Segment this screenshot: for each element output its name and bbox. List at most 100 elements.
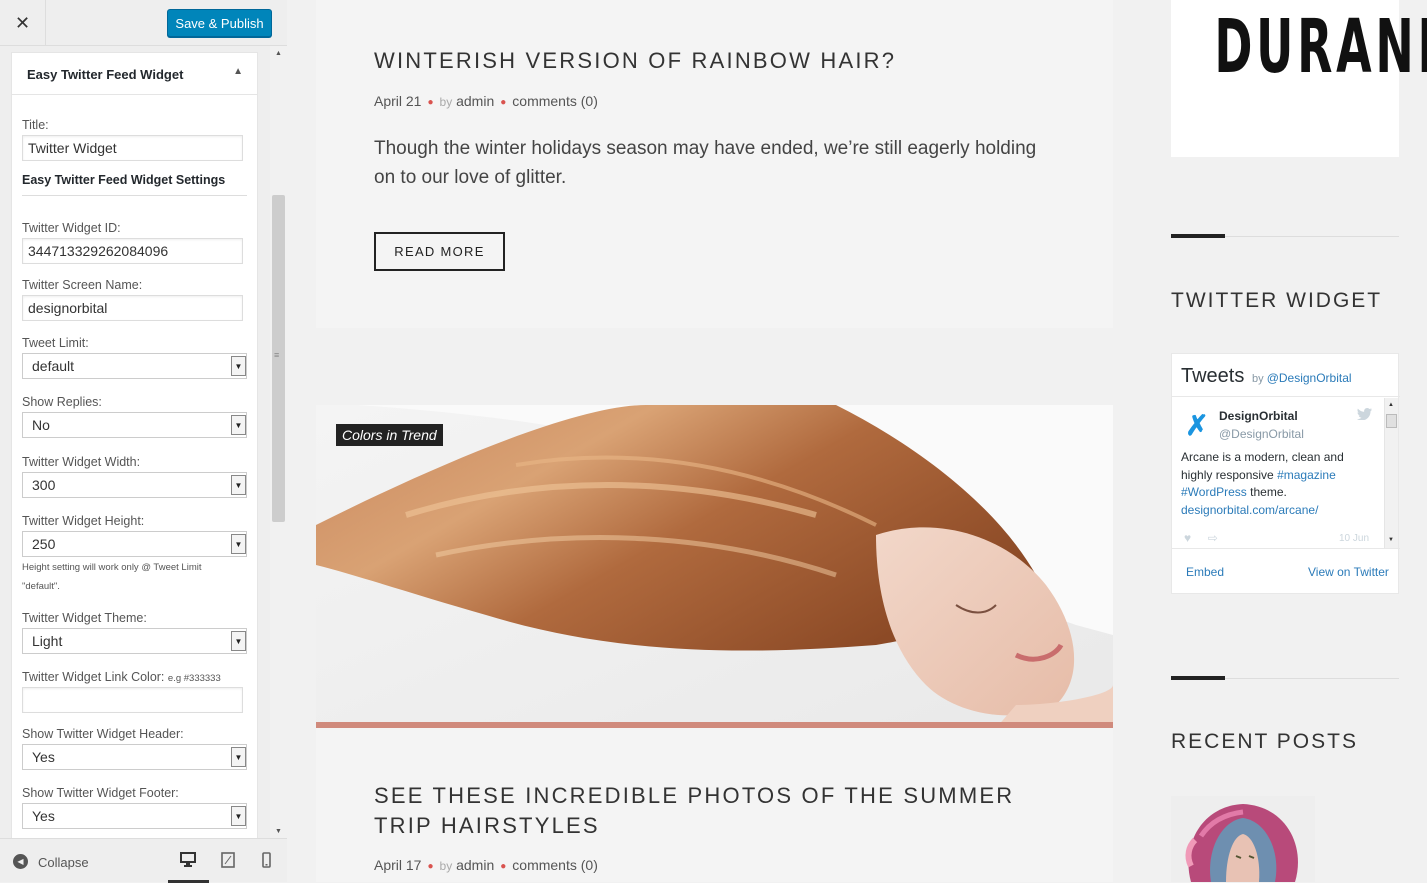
post-comments[interactable]: comments (0) xyxy=(512,93,598,109)
logo-widget: DURAND xyxy=(1171,0,1427,157)
post-title[interactable]: SEE THESE INCREDIBLE PHOTOS OF THE SUMME… xyxy=(374,781,1074,841)
scroll-down-icon[interactable]: ▼ xyxy=(270,824,287,838)
divider-accent xyxy=(1171,234,1225,238)
screen-name-label: Twitter Screen Name: xyxy=(22,278,143,292)
dropdown-arrow-icon[interactable]: ▼ xyxy=(231,356,246,376)
panel-footer: ◀ Collapse xyxy=(0,838,287,883)
hashtag-link[interactable]: #magazine xyxy=(1277,468,1336,482)
site-logo[interactable]: DURAND xyxy=(1214,4,1427,90)
collapse-icon[interactable]: ◀ xyxy=(13,854,28,869)
widget-title: Easy Twitter Feed Widget xyxy=(27,67,184,82)
retweet-icon[interactable]: ⇨ xyxy=(1208,531,1218,545)
post-date[interactable]: April 21 xyxy=(374,93,421,109)
tweet-author-name[interactable]: DesignOrbital xyxy=(1219,409,1298,423)
post-meta: April 17 ● by admin ● comments (0) xyxy=(374,857,598,873)
embed-link[interactable]: Embed xyxy=(1186,565,1224,579)
widget-height-select[interactable]: 250 ▼ xyxy=(22,531,247,557)
show-header-value: Yes xyxy=(32,749,55,765)
scroll-up-icon[interactable]: ▲ xyxy=(1388,402,1394,408)
timeline-by: by @DesignOrbital xyxy=(1252,371,1352,385)
post-excerpt: Though the winter holidays season may ha… xyxy=(374,138,1037,188)
scrollbar-thumb[interactable] xyxy=(1386,414,1397,428)
link-color-hint: e.g #333333 xyxy=(167,673,221,684)
timeline-by-handle[interactable]: @DesignOrbital xyxy=(1267,371,1352,385)
chevron-up-icon[interactable]: ▲ xyxy=(233,66,243,77)
divider xyxy=(1172,396,1400,397)
save-publish-button[interactable]: Save & Publish xyxy=(167,9,272,37)
show-replies-select[interactable]: No ▼ xyxy=(22,412,247,438)
widget-theme-value: Light xyxy=(32,633,63,649)
avatar[interactable]: ✗ xyxy=(1182,410,1212,441)
by-label: by xyxy=(439,95,453,109)
widget-theme-select[interactable]: Light ▼ xyxy=(22,628,247,654)
close-icon[interactable]: ✕ xyxy=(0,0,46,46)
tweet-actions: ♥ ⇨ xyxy=(1184,531,1218,545)
widget-id-field[interactable]: 344713329262084096 xyxy=(22,238,243,264)
post-meta: April 21 ● by admin ● comments (0) xyxy=(374,93,598,109)
dropdown-arrow-icon[interactable]: ▼ xyxy=(231,475,246,495)
widget-id-label: Twitter Widget ID: xyxy=(22,221,121,235)
scroll-up-icon[interactable]: ▲ xyxy=(270,46,287,60)
widget-width-value: 300 xyxy=(32,477,56,493)
post-title[interactable]: WINTERISH VERSION OF RAINBOW HAIR? xyxy=(374,46,1074,76)
screen-name-field[interactable]: designorbital xyxy=(22,295,243,321)
hashtag-link[interactable]: #WordPress xyxy=(1181,485,1247,499)
show-replies-label: Show Replies: xyxy=(22,395,102,409)
tweet-limit-value: default xyxy=(32,358,75,374)
show-header-label: Show Twitter Widget Header: xyxy=(22,727,184,741)
tweet-url[interactable]: designorbital.com/arcane/ xyxy=(1181,503,1318,517)
panel-header: ✕ Save & Publish xyxy=(0,0,287,46)
tweet-text: Arcane is a modern, clean and highly res… xyxy=(1181,450,1344,517)
tweet-date[interactable]: 10 Jun xyxy=(1339,533,1369,544)
category-badge[interactable]: Colors in Trend xyxy=(336,424,443,446)
mobile-icon[interactable] xyxy=(262,852,271,871)
desktop-icon[interactable] xyxy=(180,852,196,870)
show-footer-select[interactable]: Yes ▼ xyxy=(22,803,247,829)
divider xyxy=(1172,548,1400,549)
post-author[interactable]: admin xyxy=(456,93,494,109)
height-hint: Height setting will work only @ Tweet Li… xyxy=(22,562,202,592)
link-color-field[interactable] xyxy=(22,687,243,713)
site-preview: WINTERISH VERSION OF RAINBOW HAIR? April… xyxy=(287,0,1427,882)
post-author[interactable]: admin xyxy=(456,857,494,873)
dropdown-arrow-icon[interactable]: ▼ xyxy=(231,415,246,435)
show-footer-label: Show Twitter Widget Footer: xyxy=(22,786,179,800)
title-label: Title: xyxy=(22,118,49,132)
by-label: by xyxy=(439,859,453,873)
collapse-button[interactable]: Collapse xyxy=(38,855,89,870)
dropdown-arrow-icon[interactable]: ▼ xyxy=(231,747,246,767)
twitter-bird-icon[interactable] xyxy=(1357,408,1372,423)
twitter-timeline: Tweets by @DesignOrbital ✗ DesignOrbital… xyxy=(1171,353,1400,594)
recent-post-thumbnail[interactable] xyxy=(1171,796,1315,882)
settings-heading: Easy Twitter Feed Widget Settings xyxy=(22,173,226,187)
heart-icon[interactable]: ♥ xyxy=(1184,531,1191,545)
widget-width-label: Twitter Widget Width: xyxy=(22,455,141,469)
show-header-select[interactable]: Yes ▼ xyxy=(22,744,247,770)
controls-scroll-area[interactable]: Easy Twitter Feed Widget ▲ Title: Twitte… xyxy=(0,46,287,838)
divider xyxy=(22,195,247,196)
hair-photo xyxy=(316,405,1113,728)
customizer-panel: ✕ Save & Publish Easy Twitter Feed Widge… xyxy=(0,0,287,883)
title-field[interactable]: Twitter Widget xyxy=(22,135,243,161)
post-featured-image[interactable]: Colors in Trend xyxy=(316,405,1113,728)
widget-title-bar[interactable]: Easy Twitter Feed Widget ▲ xyxy=(12,53,257,95)
post-date[interactable]: April 17 xyxy=(374,857,421,873)
scroll-down-icon[interactable]: ▼ xyxy=(1388,537,1394,543)
dropdown-arrow-icon[interactable]: ▼ xyxy=(231,806,246,826)
grip-icon: ≡ xyxy=(274,350,280,360)
widget-height-label: Twitter Widget Height: xyxy=(22,514,145,528)
tweet-limit-select[interactable]: default ▼ xyxy=(22,353,247,379)
dropdown-arrow-icon[interactable]: ▼ xyxy=(231,534,246,554)
post-comments[interactable]: comments (0) xyxy=(512,857,598,873)
view-on-twitter-link[interactable]: View on Twitter xyxy=(1308,565,1389,579)
dropdown-arrow-icon[interactable]: ▼ xyxy=(231,631,246,651)
tweet-author-handle[interactable]: @DesignOrbital xyxy=(1219,427,1304,441)
read-more-button[interactable]: READ MORE xyxy=(374,232,505,271)
widget-width-select[interactable]: 300 ▼ xyxy=(22,472,247,498)
recent-posts-heading: RECENT POSTS xyxy=(1171,730,1358,753)
timeline-title[interactable]: Tweets xyxy=(1181,365,1244,388)
link-color-label: Twitter Widget Link Color: e.g #333333 xyxy=(22,670,221,684)
tablet-icon[interactable] xyxy=(221,852,235,871)
show-footer-value: Yes xyxy=(32,808,55,824)
twitter-widget-heading: TWITTER WIDGET xyxy=(1171,289,1383,312)
